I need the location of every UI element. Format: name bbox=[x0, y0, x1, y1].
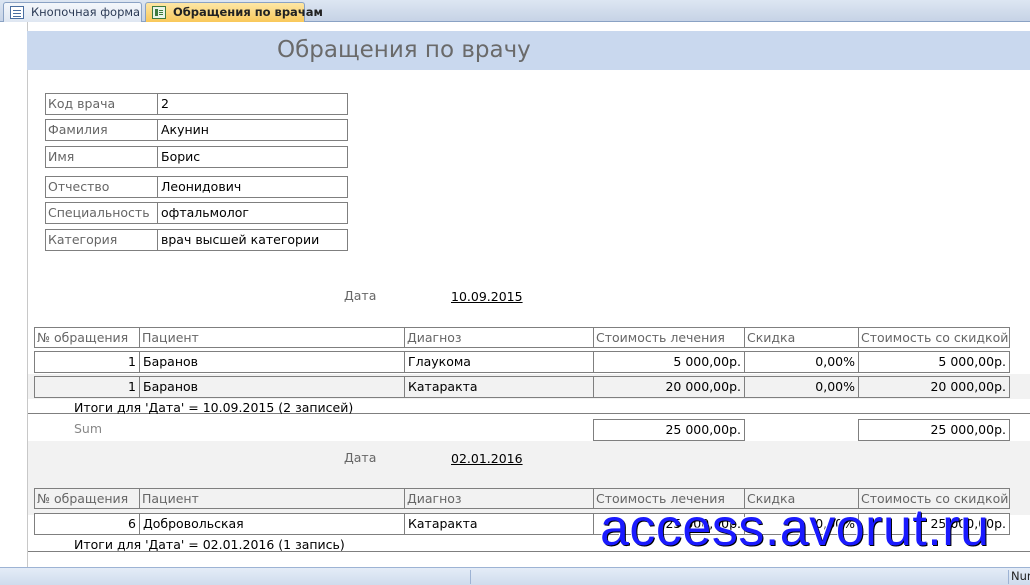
doctor-lastname-label: Фамилия bbox=[45, 119, 158, 141]
table-cell-cost: 5 000,00р. bbox=[593, 351, 745, 373]
table-cell-visit-no: 6 bbox=[34, 513, 140, 535]
group-date-value: 02.01.2016 bbox=[451, 451, 523, 466]
doctor-specialty-label: Специальность bbox=[45, 202, 158, 224]
doctor-category-label: Категория bbox=[45, 229, 158, 251]
table-cell-discount: 0,00% bbox=[744, 351, 859, 373]
column-header-diagnosis: Диагноз bbox=[404, 488, 594, 509]
column-header-patient: Пациент bbox=[139, 327, 405, 348]
doctor-lastname-value: Акунин bbox=[157, 119, 348, 141]
column-header-visit-no: № обращения bbox=[34, 488, 140, 509]
status-divider bbox=[470, 570, 471, 584]
tab-switchboard-form[interactable]: Кнопочная форма bbox=[3, 2, 142, 22]
table-cell-visit-no: 1 bbox=[34, 351, 140, 373]
table-cell-patient: Добровольская bbox=[139, 513, 405, 535]
tab-label: Кнопочная форма bbox=[31, 5, 141, 19]
column-header-discounted-cost: Стоимость со скидкой bbox=[858, 327, 1010, 348]
doctor-specialty-value: офтальмолог bbox=[157, 202, 348, 224]
form-icon bbox=[10, 6, 24, 19]
group-date-label: Дата bbox=[344, 288, 377, 303]
doctor-firstname-label: Имя bbox=[45, 146, 158, 168]
doctor-patronymic-label: Отчество bbox=[45, 176, 158, 198]
table-cell-diagnosis: Глаукома bbox=[404, 351, 594, 373]
watermark-text: access.avorut.ru bbox=[600, 499, 990, 557]
doctor-category-value: врач высшей категории bbox=[157, 229, 348, 251]
table-cell-diagnosis: Катаракта bbox=[404, 376, 594, 398]
table-cell-discounted-cost: 20 000,00р. bbox=[858, 376, 1010, 398]
table-cell-visit-no: 1 bbox=[34, 376, 140, 398]
table-cell-discount: 0,00% bbox=[744, 376, 859, 398]
column-header-cost: Стоимость лечения bbox=[593, 327, 745, 348]
column-header-visit-no: № обращения bbox=[34, 327, 140, 348]
table-cell-diagnosis: Катаракта bbox=[404, 513, 594, 535]
num-lock-indicator: Num bbox=[1011, 569, 1030, 583]
sum-label: Sum bbox=[74, 421, 103, 436]
doctor-id-value: 2 bbox=[157, 93, 348, 115]
sum-cost-value: 25 000,00р. bbox=[593, 419, 745, 441]
status-divider bbox=[1008, 570, 1009, 584]
doctor-firstname-value: Борис bbox=[157, 146, 348, 168]
column-header-patient: Пациент bbox=[139, 488, 405, 509]
group-summary-text: Итоги для 'Дата' = 02.01.2016 (1 запись) bbox=[74, 537, 345, 552]
group-date-label: Дата bbox=[344, 450, 377, 465]
table-cell-patient: Баранов bbox=[139, 351, 405, 373]
report-title: Обращения по врачу bbox=[277, 37, 531, 63]
report-icon bbox=[152, 6, 166, 19]
sum-discounted-cost-value: 25 000,00р. bbox=[858, 419, 1010, 441]
doctor-patronymic-value: Леонидович bbox=[157, 176, 348, 198]
table-cell-cost: 20 000,00р. bbox=[593, 376, 745, 398]
table-cell-patient: Баранов bbox=[139, 376, 405, 398]
doctor-id-label: Код врача bbox=[45, 93, 158, 115]
tab-label: Обращения по врачам bbox=[173, 5, 323, 19]
group-summary-text: Итоги для 'Дата' = 10.09.2015 (2 записей… bbox=[74, 400, 354, 415]
status-bar bbox=[0, 567, 1030, 585]
group-date-value: 10.09.2015 bbox=[451, 289, 523, 304]
column-header-discount: Скидка bbox=[744, 327, 859, 348]
column-header-diagnosis: Диагноз bbox=[404, 327, 594, 348]
table-cell-discounted-cost: 5 000,00р. bbox=[858, 351, 1010, 373]
tab-doctor-visits-report[interactable]: Обращения по врачам bbox=[145, 2, 323, 22]
